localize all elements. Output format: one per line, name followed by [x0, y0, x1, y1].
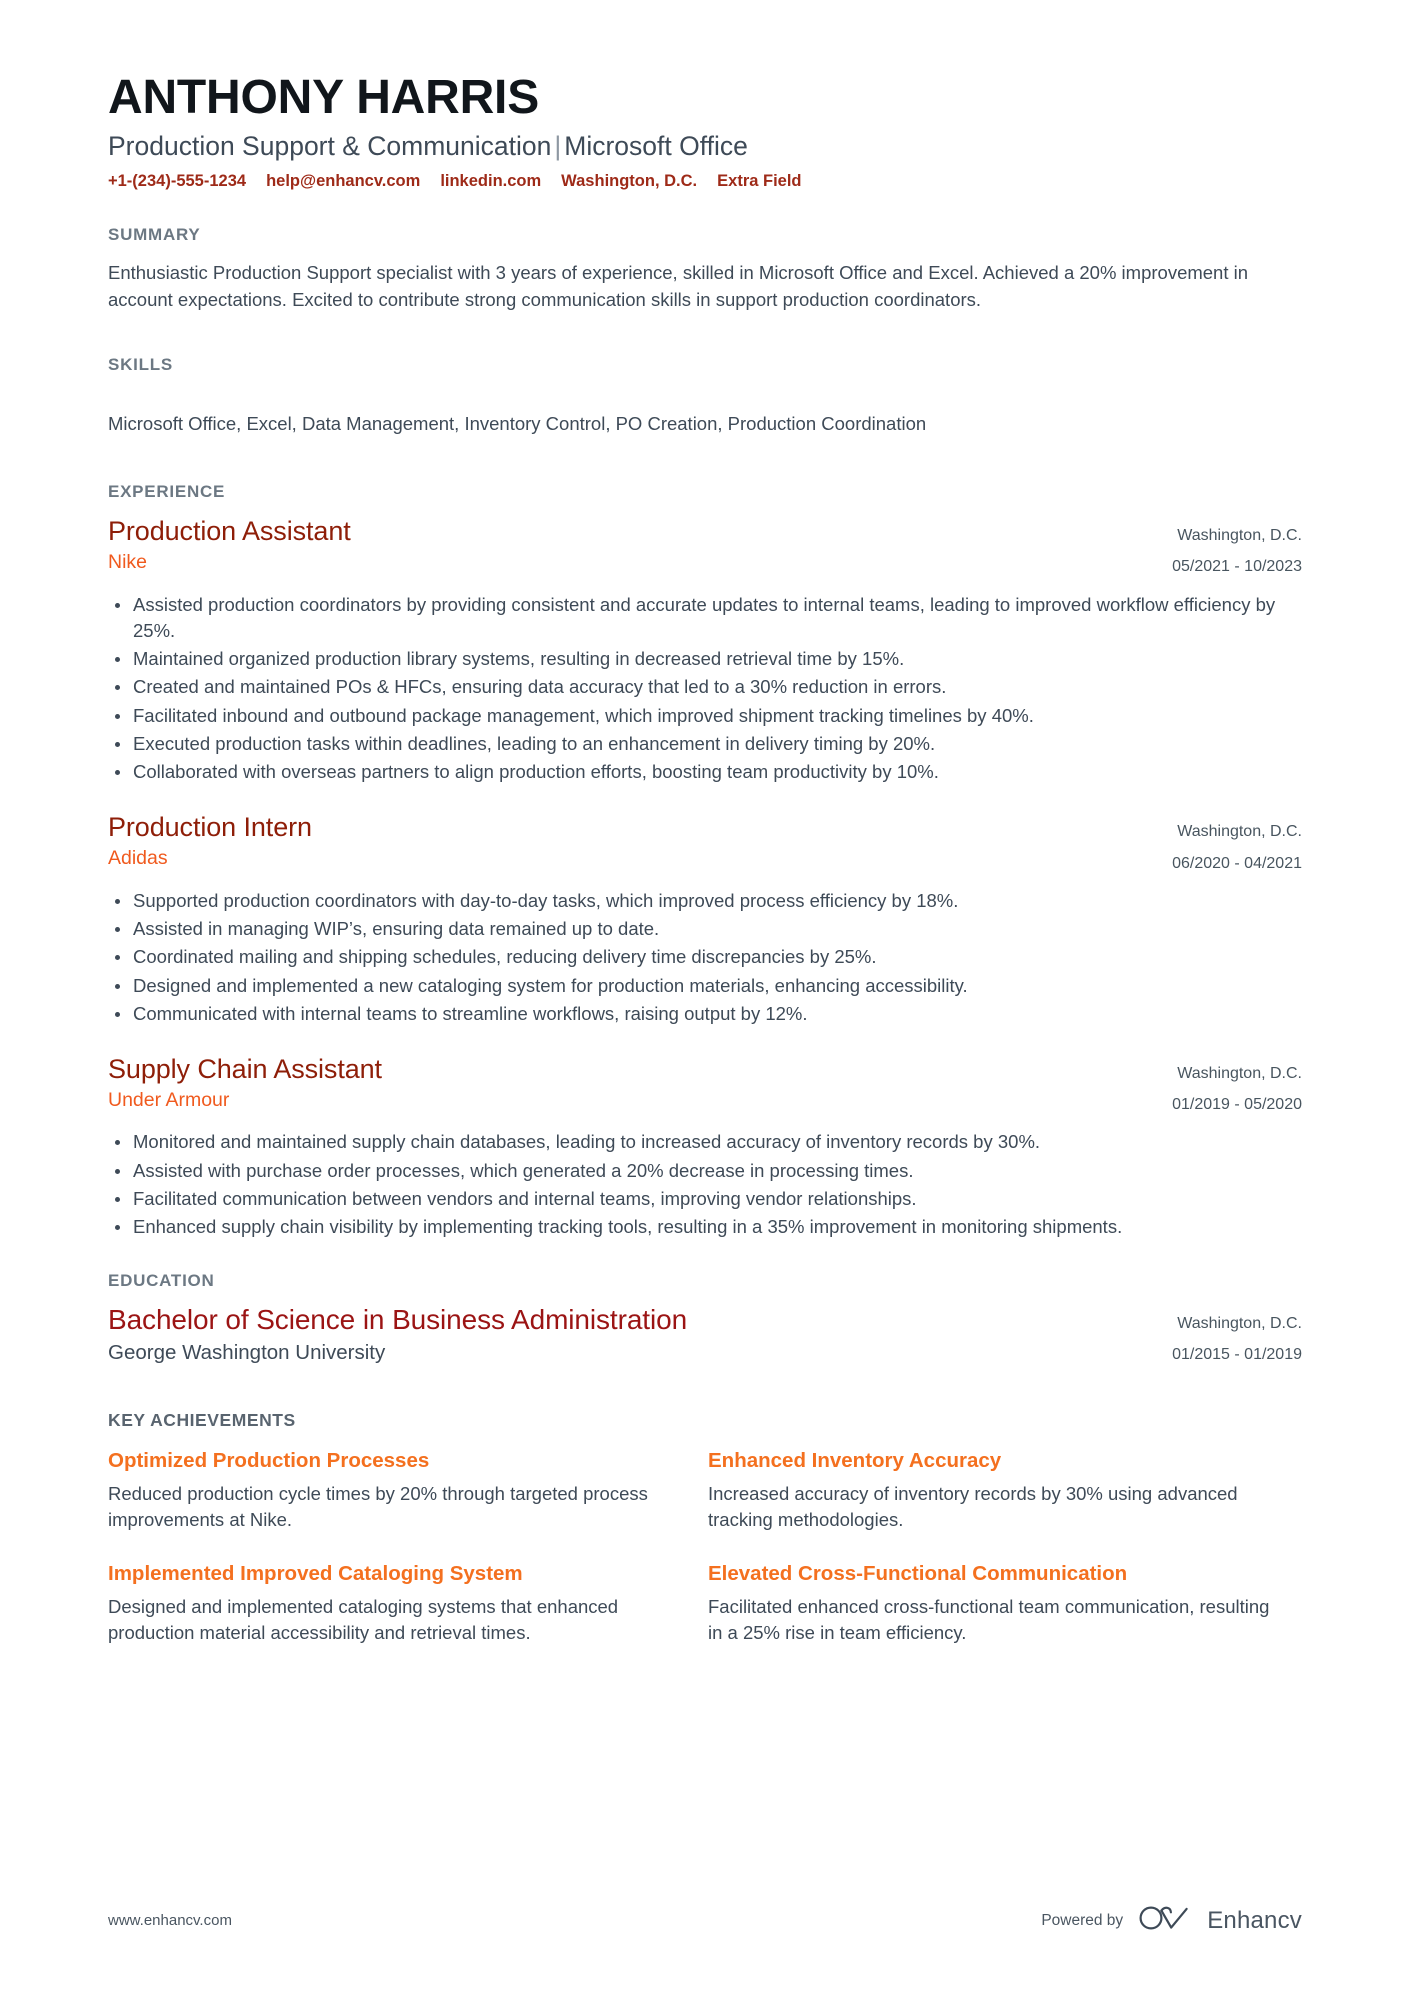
- resume-header: ANTHONY HARRIS Production Support & Comm…: [108, 72, 1302, 191]
- experience-entry-meta: Washington, D.C. 06/2020 - 04/2021: [1148, 811, 1302, 878]
- achievement-card: Elevated Cross-Functional Communication …: [708, 1561, 1273, 1646]
- school-name: George Washington University: [108, 1341, 386, 1365]
- education-entry-meta: Washington, D.C. 01/2015 - 01/2019: [1148, 1303, 1302, 1370]
- footer-branding: Powered by Enhancv: [1041, 1904, 1302, 1937]
- summary-section-title: SUMMARY: [108, 224, 201, 244]
- headline-primary: Production Support & Communication: [108, 130, 552, 161]
- list-item: Assisted production coordinators by prov…: [108, 592, 1302, 645]
- education-entry-head: Bachelor of Science in Business Administ…: [108, 1303, 1302, 1370]
- professional-headline: Production Support & Communication | Micro…: [108, 130, 1302, 163]
- experience-entry-head: Production Assistant Nike Washington, D.…: [108, 515, 1302, 582]
- summary-section: SUMMARY Enthusiastic Production Support …: [108, 225, 1302, 313]
- achievement-heading: Elevated Cross-Functional Communication: [708, 1562, 1128, 1586]
- company-name: Nike: [108, 551, 148, 574]
- contact-phone[interactable]: +1-(234)-555-1234: [108, 172, 246, 191]
- list-item: Assisted in managing WIP’s, ensuring dat…: [108, 916, 1302, 942]
- enhancv-cv-infinity-icon: [1137, 1904, 1193, 1937]
- list-item: Assisted with purchase order processes, …: [108, 1158, 1302, 1184]
- experience-entry: Production Assistant Nike Washington, D.…: [108, 515, 1302, 785]
- job-dates: 06/2020 - 04/2021: [1172, 854, 1302, 872]
- headline-divider-icon: |: [554, 130, 562, 161]
- achievement-heading: Enhanced Inventory Accuracy: [708, 1448, 1002, 1472]
- powered-by-label: Powered by: [1041, 1911, 1124, 1929]
- degree-title: Bachelor of Science in Business Administ…: [108, 1303, 688, 1335]
- experience-entry-meta: Washington, D.C. 05/2021 - 10/2023: [1148, 515, 1302, 582]
- achievement-card: Optimized Production Processes Reduced p…: [108, 1448, 673, 1533]
- company-name: Adidas: [108, 847, 168, 870]
- contact-linkedin[interactable]: linkedin.com: [440, 172, 541, 191]
- experience-entry-head: Supply Chain Assistant Under Armour Wash…: [108, 1053, 1302, 1120]
- education-dates: 01/2015 - 01/2019: [1172, 1345, 1302, 1363]
- achievement-body: Reduced production cycle times by 20% th…: [108, 1482, 648, 1530]
- experience-entry-meta: Washington, D.C. 01/2019 - 05/2020: [1148, 1053, 1302, 1120]
- job-dates: 01/2019 - 05/2020: [1172, 1096, 1302, 1114]
- experience-section: EXPERIENCE Production Assistant Nike Was…: [108, 482, 1302, 1240]
- list-item: Enhanced supply chain visibility by impl…: [108, 1214, 1302, 1240]
- page-title: ANTHONY HARRIS: [108, 71, 540, 124]
- job-dates: 05/2021 - 10/2023: [1172, 558, 1302, 576]
- enhancv-brand-name: Enhancv: [1207, 1906, 1302, 1934]
- list-item: Monitored and maintained supply chain da…: [108, 1129, 1302, 1155]
- list-item: Facilitated inbound and outbound package…: [108, 703, 1302, 729]
- job-title: Supply Chain Assistant: [108, 1054, 382, 1085]
- education-section: EDUCATION Bachelor of Science in Busines…: [108, 1271, 1302, 1370]
- list-item: Collaborated with overseas partners to a…: [108, 759, 1302, 785]
- job-title: Production Assistant: [108, 516, 351, 547]
- job-location: Washington, D.C.: [1177, 527, 1302, 545]
- job-title: Production Intern: [108, 812, 312, 843]
- list-item: Communicated with internal teams to stre…: [108, 1001, 1302, 1027]
- achievement-card: Enhanced Inventory Accuracy Increased ac…: [708, 1448, 1273, 1533]
- skills-list: Microsoft Office, Excel, Data Management…: [108, 413, 927, 435]
- education-entry: Bachelor of Science in Business Administ…: [108, 1303, 1302, 1370]
- contact-location: Washington, D.C.: [561, 171, 698, 190]
- key-achievements-grid: Optimized Production Processes Reduced p…: [108, 1448, 1302, 1646]
- education-location: Washington, D.C.: [1177, 1314, 1302, 1332]
- skills-section: SKILLS Microsoft Office, Excel, Data Man…: [108, 355, 1302, 438]
- job-bullet-list: Assisted production coordinators by prov…: [108, 592, 1302, 786]
- job-location: Washington, D.C.: [1177, 1065, 1302, 1083]
- list-item: Facilitated communication between vendor…: [108, 1186, 1302, 1212]
- headline-secondary: Microsoft Office: [564, 130, 748, 161]
- skills-section-title: SKILLS: [108, 355, 173, 375]
- key-achievements-section-title: KEY ACHIEVEMENTS: [108, 1409, 296, 1430]
- experience-entry-identity: Supply Chain Assistant Under Armour: [108, 1053, 1148, 1113]
- job-location: Washington, D.C.: [1177, 823, 1302, 841]
- achievement-card: Implemented Improved Cataloging System D…: [108, 1561, 673, 1646]
- list-item: Maintained organized production library …: [108, 646, 1302, 672]
- job-bullet-list: Supported production coordinators with d…: [108, 888, 1302, 1027]
- achievement-heading: Optimized Production Processes: [108, 1448, 430, 1472]
- achievement-body: Designed and implemented cataloging syst…: [108, 1595, 619, 1643]
- footer-website-url[interactable]: www.enhancv.com: [108, 1912, 232, 1929]
- list-item: Designed and implemented a new catalogin…: [108, 973, 1302, 999]
- key-achievements-section: KEY ACHIEVEMENTS Optimized Production Pr…: [108, 1410, 1302, 1646]
- contact-email[interactable]: help@enhancv.com: [266, 172, 420, 191]
- page-footer: www.enhancv.com Powered by Enhancv: [108, 1904, 1302, 1937]
- list-item: Supported production coordinators with d…: [108, 888, 1302, 914]
- experience-entry: Production Intern Adidas Washington, D.C…: [108, 811, 1302, 1027]
- summary-text: Enthusiastic Production Support speciali…: [108, 261, 1249, 311]
- contact-extra-field: Extra Field: [717, 171, 802, 190]
- experience-section-title: EXPERIENCE: [108, 482, 226, 502]
- list-item: Coordinated mailing and shipping schedul…: [108, 944, 1302, 970]
- resume-page: ANTHONY HARRIS Production Support & Comm…: [0, 0, 1410, 1995]
- list-item: Executed production tasks within deadlin…: [108, 731, 1302, 757]
- experience-entry: Supply Chain Assistant Under Armour Wash…: [108, 1053, 1302, 1240]
- experience-entry-identity: Production Assistant Nike: [108, 515, 1148, 575]
- contact-row: +1-(234)-555-1234 help@enhancv.com linke…: [108, 172, 1302, 191]
- job-bullet-list: Monitored and maintained supply chain da…: [108, 1129, 1302, 1240]
- list-item: Created and maintained POs & HFCs, ensur…: [108, 674, 1302, 700]
- education-entry-identity: Bachelor of Science in Business Administ…: [108, 1303, 1148, 1367]
- achievement-body: Increased accuracy of inventory records …: [708, 1482, 1238, 1530]
- experience-entry-identity: Production Intern Adidas: [108, 811, 1148, 871]
- achievement-heading: Implemented Improved Cataloging System: [108, 1562, 523, 1586]
- achievement-body: Facilitated enhanced cross-functional te…: [708, 1595, 1270, 1643]
- education-section-title: EDUCATION: [108, 1270, 215, 1290]
- company-name: Under Armour: [108, 1089, 230, 1112]
- experience-entry-head: Production Intern Adidas Washington, D.C…: [108, 811, 1302, 878]
